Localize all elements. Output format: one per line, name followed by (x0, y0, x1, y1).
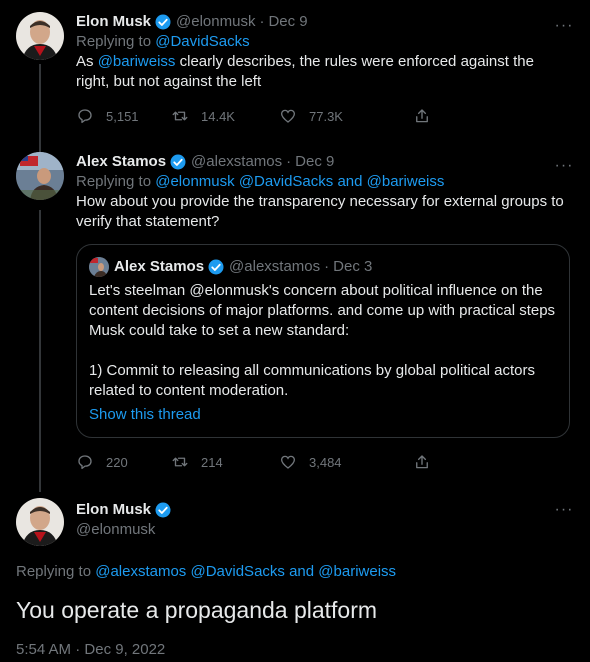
verified-badge-icon (155, 502, 171, 518)
like-button[interactable]: 77.3K (279, 107, 413, 125)
share-button[interactable] (413, 107, 443, 125)
verified-badge-icon (155, 14, 171, 30)
separator: · (286, 153, 292, 170)
retweet-count: 14.4K (201, 108, 235, 124)
tweet-elon-1[interactable]: ··· Elon Musk @elonmusk · Dec 9 Replying… (0, 12, 590, 126)
replying-to-label: Replying to (76, 33, 152, 50)
reply-button[interactable]: 5,151 (76, 107, 171, 125)
tweet-timestamp[interactable]: 5:54 AM · Dec 9, 2022 (16, 640, 574, 660)
show-thread-link[interactable]: Show this thread (89, 405, 557, 425)
share-button[interactable] (413, 453, 443, 471)
share-icon (416, 109, 428, 123)
separator: · (259, 13, 265, 30)
author-handle[interactable]: @elonmusk (176, 12, 255, 32)
quoted-tweet[interactable]: Alex Stamos @alexstamos · Dec 3 Let's st… (76, 244, 570, 438)
tweet-text: As @bariweiss clearly describes, the rul… (76, 52, 570, 92)
quote-author-name: Alex Stamos (114, 258, 205, 275)
more-options-icon[interactable]: ··· (554, 501, 574, 518)
author-handle[interactable]: @alexstamos (191, 152, 282, 172)
quote-author-handle: @alexstamos (229, 258, 321, 275)
tweet-date[interactable]: Dec 9 (295, 152, 334, 172)
retweet-button[interactable]: 214 (171, 453, 279, 471)
quote-text-para1: Let's steelman @elonmusk's concern about… (89, 282, 556, 339)
heart-icon (280, 455, 296, 469)
mention-link[interactable]: @alexstamos (95, 563, 186, 580)
retweet-button[interactable]: 14.4K (171, 107, 279, 125)
tweet-alex[interactable]: ··· Alex Stamos @alexstamos · Dec 9 Repl… (0, 152, 590, 472)
main-tweet-text: You operate a propaganda platform (16, 597, 378, 623)
quote-text-para2: 1) Commit to releasing all communication… (89, 362, 536, 399)
replying-to: Replying to @DavidSacks (76, 32, 570, 52)
share-icon (416, 455, 428, 469)
and-text: and (337, 173, 363, 190)
author-handle[interactable]: @elonmusk (76, 520, 176, 540)
mention-link[interactable]: @DavidSacks (239, 173, 333, 190)
verified-badge-icon (170, 154, 186, 170)
quote-header: Alex Stamos @alexstamos · Dec 3 (89, 257, 557, 277)
replying-to-label: Replying to (16, 563, 92, 580)
reply-count: 5,151 (106, 108, 139, 124)
author-name[interactable]: Elon Musk (76, 500, 151, 520)
separator: · (324, 258, 330, 275)
like-count: 3,484 (309, 454, 342, 470)
mention-link[interactable]: @DavidSacks (190, 563, 284, 580)
avatar[interactable] (16, 152, 64, 200)
tweet-text-part: As (76, 53, 94, 70)
mention-link[interactable]: @DavidSacks (155, 33, 249, 50)
mention-link[interactable]: @elonmusk (155, 173, 234, 190)
reply-icon (78, 109, 92, 124)
main-tweet-header: Elon Musk @elonmusk ··· (16, 498, 574, 550)
retweet-icon (172, 111, 188, 121)
tweet-date: Dec 9, 2022 (84, 641, 166, 658)
author-name[interactable]: Alex Stamos (76, 152, 166, 172)
quote-avatar (89, 257, 109, 277)
mention-link[interactable]: @bariweiss (367, 173, 445, 190)
mention-link[interactable]: @bariweiss (98, 53, 176, 70)
tweet-header: Elon Musk @elonmusk · Dec 9 (76, 12, 570, 32)
tweet-date[interactable]: Dec 9 (268, 12, 307, 32)
replying-to-label: Replying to (76, 173, 152, 190)
tweet-actions: 220 214 3,484 (76, 452, 570, 472)
tweet-time: 5:54 AM (16, 641, 72, 658)
tweet-actions: 5,151 14.4K 77.3K (76, 106, 570, 126)
separator: · (75, 641, 81, 658)
like-button[interactable]: 3,484 (279, 453, 413, 471)
retweet-icon (172, 457, 188, 467)
reply-icon (78, 455, 92, 470)
replying-to: Replying to @alexstamos @DavidSacks and … (16, 562, 574, 582)
more-options-icon[interactable]: ··· (554, 17, 574, 34)
main-tweet: Elon Musk @elonmusk ··· Replying to @ale… (16, 498, 574, 660)
heart-icon (280, 109, 296, 123)
reply-count: 220 (106, 454, 128, 470)
tweet-text: How about you provide the transparency n… (76, 193, 564, 230)
avatar[interactable] (16, 498, 64, 546)
like-count: 77.3K (309, 108, 343, 124)
quote-date: Dec 3 (333, 258, 373, 275)
avatar[interactable] (16, 12, 64, 60)
retweet-count: 214 (201, 454, 223, 470)
reply-button[interactable]: 220 (76, 453, 171, 471)
more-options-icon[interactable]: ··· (554, 157, 574, 174)
mention-link[interactable]: @bariweiss (318, 563, 396, 580)
replying-to: Replying to @elonmusk @DavidSacks and @b… (76, 172, 570, 192)
author-name[interactable]: Elon Musk (76, 12, 151, 32)
tweet-header: Alex Stamos @alexstamos · Dec 9 (76, 152, 570, 172)
verified-badge-icon (208, 259, 224, 275)
and-text: and (289, 563, 315, 580)
